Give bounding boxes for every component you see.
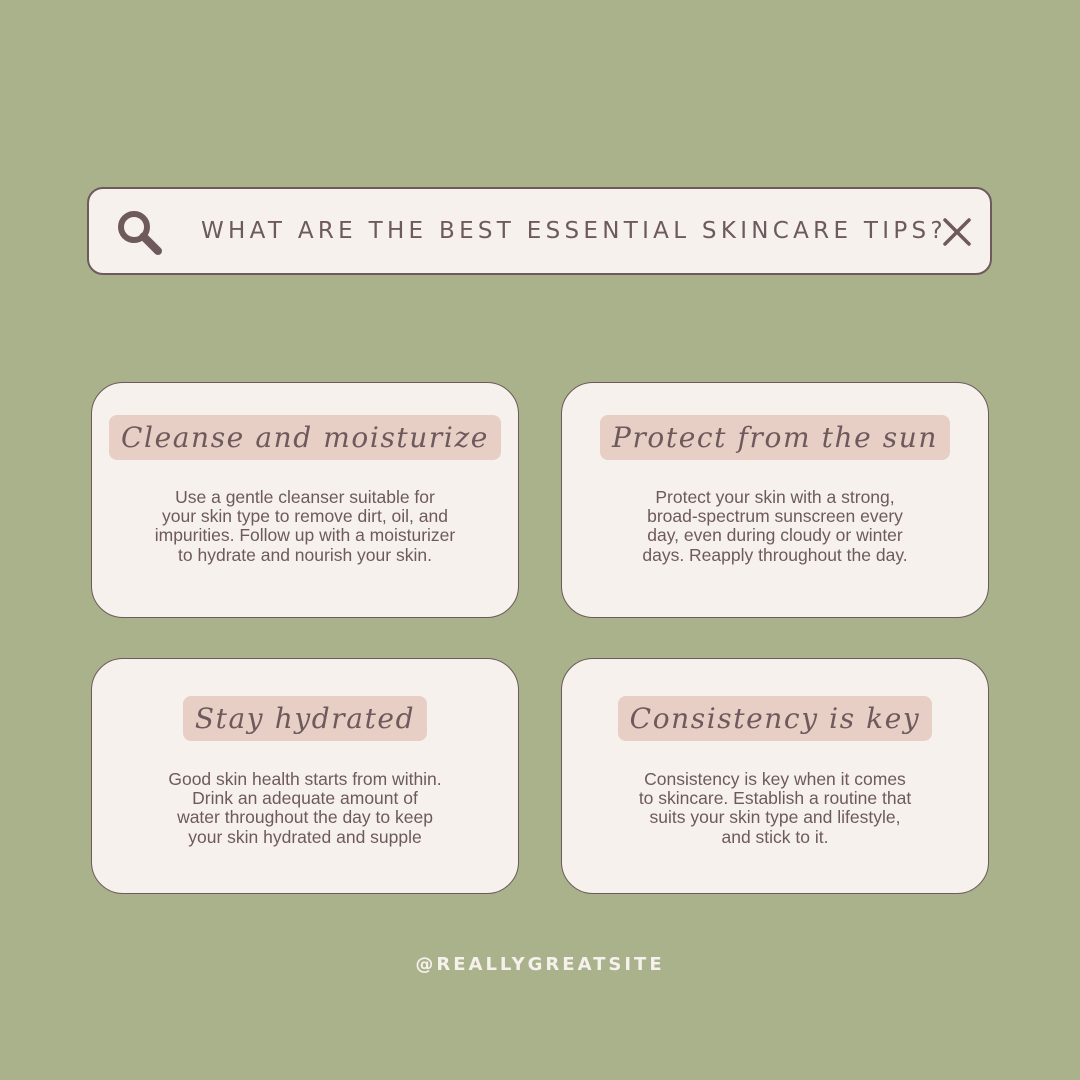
card-body-line: broad-spectrum sunscreen every	[647, 506, 903, 527]
card-body-line: to hydrate and nourish your skin.	[178, 544, 432, 565]
search-query[interactable]: WHAT ARE THE BEST ESSENTIAL SKINCARE TIP…	[201, 189, 947, 273]
card-body-line: days. Reapply throughout the day.	[642, 544, 908, 565]
card-body-line: water throughout the day to keep	[177, 807, 433, 828]
card-body-line: to skincare. Establish a routine that	[638, 788, 912, 809]
card-title: Stay hydrated	[182, 696, 428, 741]
card-body: Consistency is key when it comes to skin…	[586, 769, 964, 847]
card-body-line: impurities. Follow up with a moisturizer	[154, 525, 456, 546]
tip-card-sun: Protect from the sun Protect your skin w…	[561, 382, 989, 618]
card-body-line: your skin type to remove dirt, oil, and	[162, 506, 448, 527]
card-body-line: Drink an adequate amount of	[192, 788, 418, 809]
card-body-line: day, even during cloudy or winter	[647, 525, 903, 546]
card-title: Consistency is key	[617, 696, 933, 741]
card-body-line: Good skin health starts from within.	[168, 769, 442, 789]
tip-card-cleanse: Cleanse and moisturize Use a gentle clea…	[91, 382, 519, 618]
card-body-line: Use a gentle cleanser suitable for	[175, 487, 435, 507]
tip-card-consistency: Consistency is key Consistency is key wh…	[561, 658, 989, 894]
footer-handle: @REALLYGREATSITE	[415, 954, 665, 975]
card-body: Protect your skin with a strong, broad-s…	[586, 487, 964, 565]
card-body: Good skin health starts from within. Dri…	[116, 769, 494, 847]
card-body: Use a gentle cleanser suitable for your …	[116, 487, 494, 565]
card-body-line: your skin hydrated and supple	[188, 826, 422, 847]
card-body-line: Consistency is key when it comes	[644, 769, 906, 789]
card-body-line: and stick to it.	[721, 826, 829, 847]
search-icon[interactable]	[115, 208, 165, 258]
tip-card-hydrated: Stay hydrated Good skin health starts fr…	[91, 658, 519, 894]
card-title: Cleanse and moisturize	[109, 415, 501, 460]
search-bar[interactable]: WHAT ARE THE BEST ESSENTIAL SKINCARE TIP…	[87, 187, 992, 275]
card-body-line: suits your skin type and lifestyle,	[649, 807, 901, 828]
close-icon[interactable]	[942, 217, 972, 247]
card-title: Protect from the sun	[600, 415, 950, 460]
card-body-line: Protect your skin with a strong,	[655, 487, 895, 507]
